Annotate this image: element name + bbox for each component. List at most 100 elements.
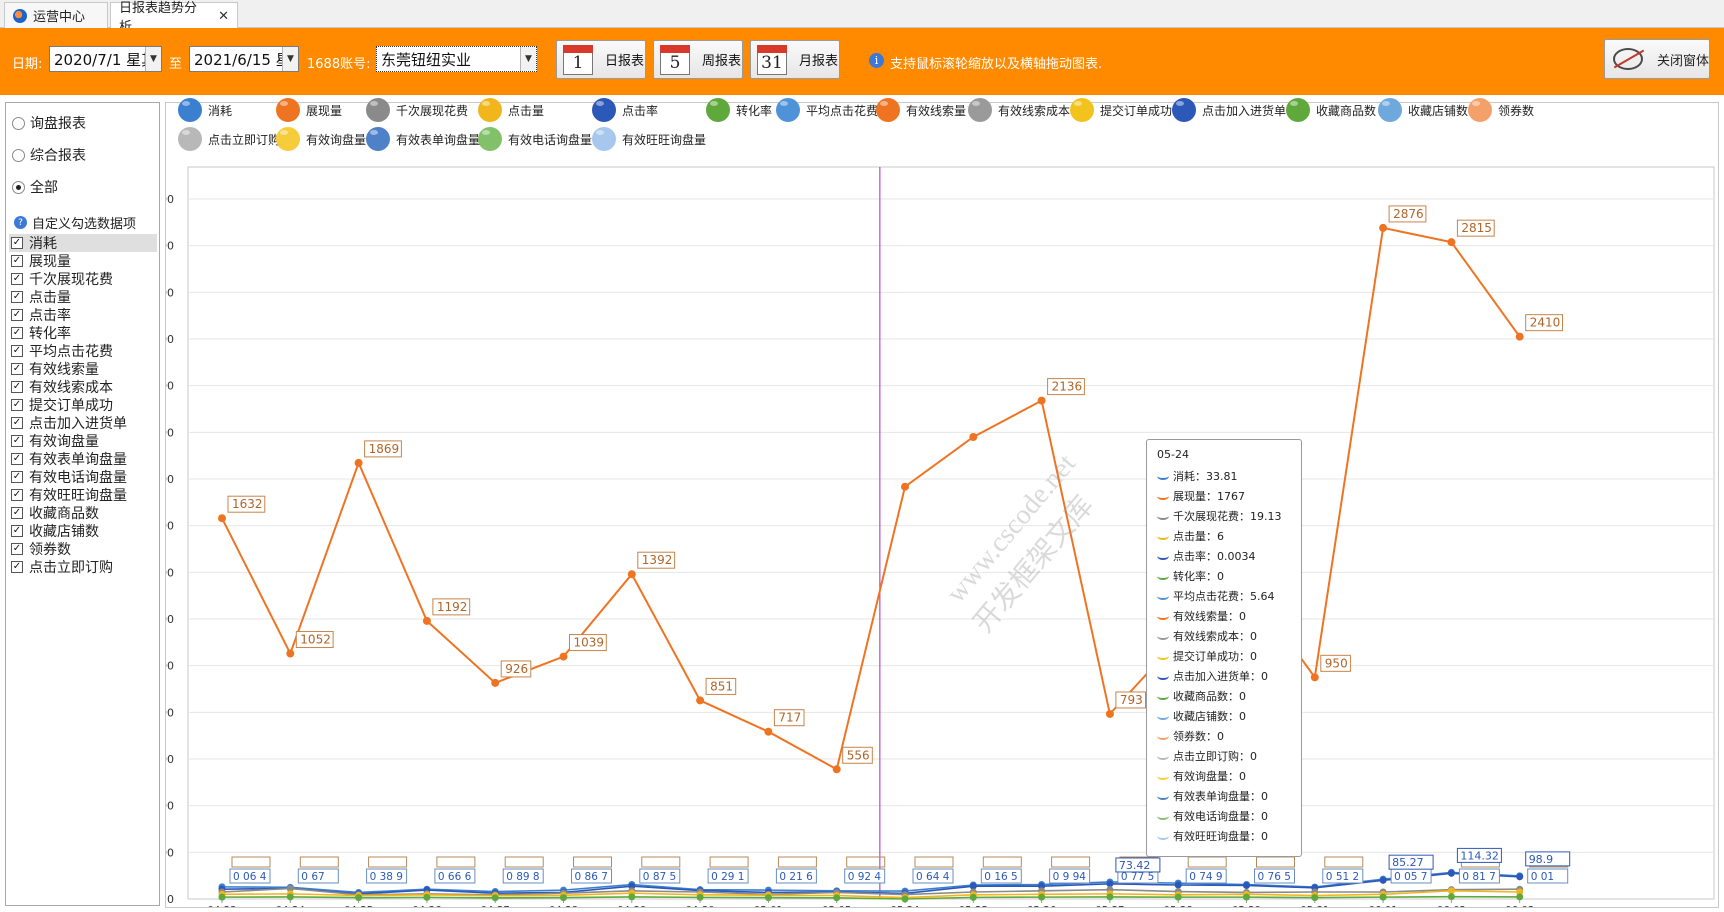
checkbox[interactable]: ✓: [11, 453, 23, 465]
daily-report-button[interactable]: 1 日报表: [556, 40, 646, 79]
tooltip-row: 提交订单成功：0: [1157, 646, 1291, 666]
y-tick-label: 2200: [166, 380, 174, 393]
metric-checkbox-row[interactable]: ✓ 有效线索量: [9, 360, 157, 378]
metric-checkbox-row[interactable]: ✓ 有效询盘量: [9, 432, 157, 450]
close-window-label: 关闭窗体: [1657, 53, 1710, 69]
start-date-picker[interactable]: 2020/7/1 星其 ▼: [49, 46, 162, 72]
tooltip-row-text: 点击量：6: [1173, 530, 1224, 543]
metric-checkbox-label: 有效线索成本: [29, 380, 113, 396]
chevron-down-icon[interactable]: ▼: [520, 47, 536, 71]
close-window-button[interactable]: 关闭窗体: [1604, 39, 1710, 79]
radio-button[interactable]: [12, 116, 25, 130]
daily-report-label: 日报表: [605, 54, 645, 69]
data-label: 0 74 9: [1189, 871, 1222, 883]
monthly-report-label: 月报表: [799, 54, 839, 69]
series-marker-icon: [1157, 632, 1169, 640]
data-label: 0 29 1: [711, 871, 744, 883]
radio-button[interactable]: [12, 148, 25, 162]
radio-all[interactable]: 全部: [12, 177, 58, 197]
checkbox[interactable]: ✓: [11, 345, 23, 357]
checkbox[interactable]: ✓: [11, 291, 23, 303]
metric-checkbox-row[interactable]: ✓ 点击率: [9, 306, 157, 324]
metric-checkbox-row[interactable]: ✓ 点击立即订购: [9, 558, 157, 576]
weekly-report-button[interactable]: 5 周报表: [653, 40, 743, 79]
metric-checkbox-row[interactable]: ✓ 有效线索成本: [9, 378, 157, 396]
weekly-report-label: 周报表: [702, 54, 742, 69]
checkbox[interactable]: ✓: [11, 237, 23, 249]
tooltip-rows: 消耗：33.81 展现量：1767 千次展现花费：19.13 点击量：6 点击率：0.0…: [1157, 466, 1291, 846]
metric-checkbox-row[interactable]: ✓ 有效表单询盘量: [9, 450, 157, 468]
checkbox[interactable]: ✓: [11, 381, 23, 393]
metric-checkbox-row[interactable]: ✓ 收藏店铺数: [9, 522, 157, 540]
metric-checkbox-row[interactable]: ✓ 领券数: [9, 540, 157, 558]
checkbox[interactable]: ✓: [11, 471, 23, 483]
radio-label: 全部: [30, 180, 58, 196]
metric-checkbox-row[interactable]: ✓ 有效旺旺询盘量: [9, 486, 157, 504]
checkbox[interactable]: ✓: [11, 399, 23, 411]
data-point: [901, 482, 909, 491]
metric-checkbox-row[interactable]: ✓ 提交订单成功: [9, 396, 157, 414]
data-label: 98.9: [1529, 853, 1554, 866]
radio-combined-report[interactable]: 综合报表: [12, 145, 86, 165]
tooltip-row-text: 转化率：0: [1173, 570, 1224, 583]
radio-button[interactable]: [12, 180, 25, 194]
data-point: [1037, 396, 1046, 405]
checkbox[interactable]: ✓: [11, 327, 23, 339]
x-tick-label: 05-27: [1095, 905, 1124, 907]
chart-tooltip: 05-24 消耗：33.81 展现量：1767 千次展现花费：19.13 点击量：6 点…: [1146, 439, 1302, 857]
tooltip-row: 千次展现花费：19.13: [1157, 506, 1291, 526]
tooltip-row-text: 提交订单成功：0: [1173, 650, 1257, 663]
close-icon[interactable]: ✕: [218, 9, 229, 24]
chevron-down-icon[interactable]: ▼: [145, 47, 161, 71]
metric-checkbox-label: 转化率: [29, 326, 71, 342]
metric-checkbox-row[interactable]: ✓ 展现量: [9, 252, 157, 270]
data-point: [1379, 893, 1387, 901]
y-tick-label: 2600: [166, 286, 174, 299]
data-label: 1869: [369, 442, 400, 456]
metric-checkbox-row[interactable]: ✓ 点击加入进货单: [9, 414, 157, 432]
checkbox[interactable]: ✓: [11, 543, 23, 555]
checkbox[interactable]: ✓: [11, 417, 23, 429]
metric-checkbox-row[interactable]: ✓ 消耗: [9, 234, 157, 252]
checkbox[interactable]: ✓: [11, 255, 23, 267]
left-panel: 询盘报表 综合报表 全部 ? 自定义勾选数据项 ✓ 消耗 ✓ 展现量 ✓ 千次展现花费 ✓ 点…: [5, 102, 160, 906]
tab-daily-trend-analysis[interactable]: 日报表趋势分析 ✕: [110, 1, 238, 35]
radio-inquiry-report[interactable]: 询盘报表: [12, 113, 86, 133]
metric-checkbox-row[interactable]: ✓ 转化率: [9, 324, 157, 342]
data-point: [1515, 332, 1524, 341]
account-select[interactable]: 东莞钮纽实业 ▼: [376, 46, 537, 72]
tooltip-row: 领券数：0: [1157, 726, 1291, 746]
checkbox[interactable]: ✓: [11, 273, 23, 285]
metric-checkbox-row[interactable]: ✓ 收藏商品数: [9, 504, 157, 522]
monthly-report-button[interactable]: 31 月报表: [750, 40, 840, 79]
checkbox[interactable]: ✓: [11, 507, 23, 519]
x-tick-label: 05-26: [1027, 905, 1056, 907]
metric-checkbox-row[interactable]: ✓ 有效电话询盘量: [9, 468, 157, 486]
checkbox[interactable]: ✓: [11, 561, 23, 573]
chart-panel[interactable]: 消耗 展现量 千次展现花费 点击量 点击率 转化率 平均点击花费 有效线索量 有效线索成本 提交订…: [165, 98, 1719, 908]
tooltip-row-text: 有效询盘量：0: [1173, 770, 1246, 783]
series-marker-icon: [1157, 492, 1169, 500]
chevron-down-icon[interactable]: ▼: [282, 47, 298, 71]
checkbox[interactable]: ✓: [11, 309, 23, 321]
tab-operations-center[interactable]: 运营中心: [4, 2, 108, 28]
data-label: 1392: [642, 553, 673, 567]
y-tick-label: 1200: [166, 613, 174, 626]
hint-text: 支持鼠标滚轮缩放以及横轴拖动图表.: [890, 57, 1103, 72]
checkbox[interactable]: ✓: [11, 435, 23, 447]
data-label: 0 92 4: [848, 871, 882, 883]
checkbox[interactable]: ✓: [11, 363, 23, 375]
x-tick-label: 04-30: [686, 905, 715, 907]
checkbox[interactable]: ✓: [11, 525, 23, 537]
tooltip-row-text: 千次展现花费：19.13: [1173, 510, 1282, 523]
trend-line-chart[interactable]: 0 200 400 600 800 1000 1200 1400 1600 1800 2000 220…: [166, 103, 1718, 907]
metric-checkbox-row[interactable]: ✓ 点击量: [9, 288, 157, 306]
metric-checkbox-label: 提交订单成功: [29, 398, 113, 414]
tooltip-date: 05-24: [1157, 448, 1189, 461]
end-date-picker[interactable]: 2021/6/15 星 ▼: [189, 46, 299, 72]
checkbox[interactable]: ✓: [11, 489, 23, 501]
metric-checkbox-row[interactable]: ✓ 千次展现花费: [9, 270, 157, 288]
metric-checkbox-row[interactable]: ✓ 平均点击花费: [9, 342, 157, 360]
tooltip-row-text: 点击加入进货单：0: [1173, 670, 1268, 683]
x-tick-label: 05-01: [754, 905, 783, 907]
